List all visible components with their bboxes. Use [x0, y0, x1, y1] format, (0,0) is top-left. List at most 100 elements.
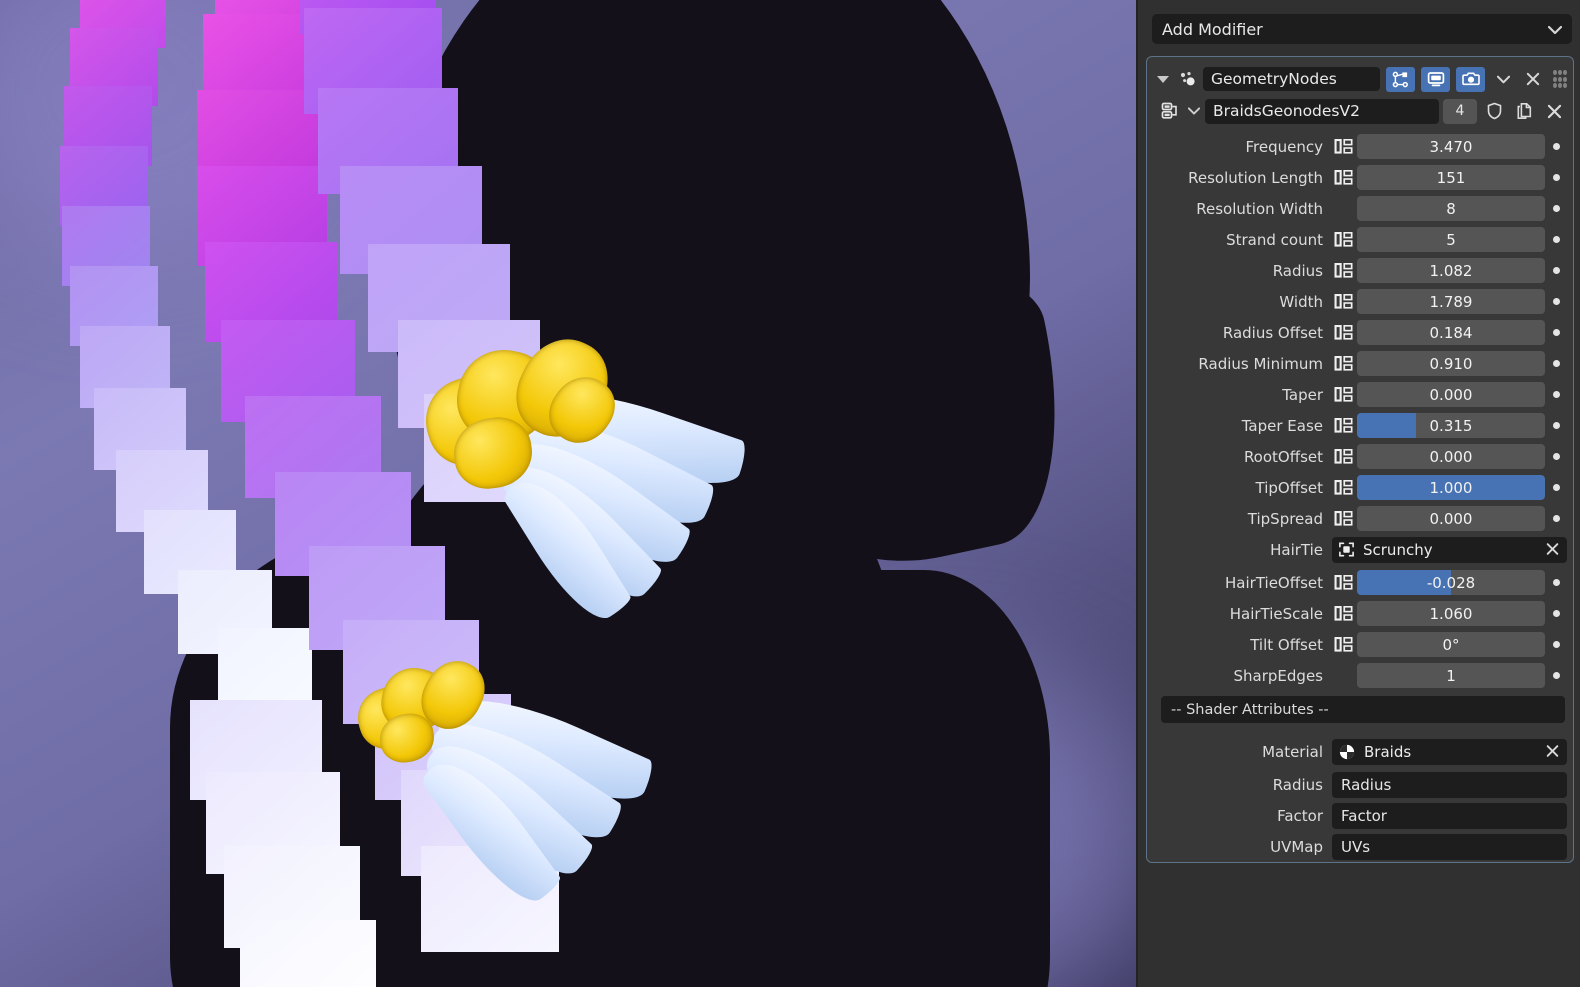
material-sphere-icon	[1338, 743, 1356, 761]
property-label: Frequency	[1245, 137, 1324, 156]
properties-panel[interactable]: Add Modifier GeometryNodes BraidsGeonode…	[1136, 0, 1580, 987]
animate-decorator-dot-icon[interactable]	[1545, 422, 1567, 429]
property-value-slider[interactable]: 0.000	[1357, 444, 1545, 469]
node-input-toggle-icon[interactable]	[1332, 261, 1354, 280]
property-value-text: 0.000	[1429, 385, 1473, 404]
property-value-slider[interactable]: 0.000	[1357, 382, 1545, 407]
modifier-properties-list-2: HairTieOffset -0.028 HairTieScale 1.060 Tilt…	[1147, 565, 1573, 691]
property-row: TipSpread 0.000	[1147, 503, 1573, 534]
property-row: Tilt Offset 0°	[1147, 629, 1573, 660]
property-value-slider[interactable]: 3.470	[1357, 134, 1545, 159]
property-label: HairTieScale	[1229, 604, 1323, 623]
node-group-name-field[interactable]: BraidsGeonodesV2	[1205, 98, 1439, 124]
modifier-extras-chevron-down-icon[interactable]	[1491, 67, 1515, 92]
node-input-toggle-icon[interactable]	[1332, 509, 1354, 528]
node-input-toggle-icon[interactable]	[1332, 573, 1354, 592]
realtime-display-toggle[interactable]	[1421, 66, 1450, 92]
property-row: Radius Minimum 0.910	[1147, 348, 1573, 379]
shader-attributes-section-header[interactable]: -- Shader Attributes --	[1161, 696, 1565, 723]
property-value-text: 1.060	[1429, 604, 1473, 623]
animate-decorator-dot-icon[interactable]	[1545, 143, 1567, 150]
chevron-down-icon	[1547, 20, 1563, 39]
attribute-value-field[interactable]: UVs	[1332, 833, 1567, 860]
node-input-toggle-icon[interactable]	[1332, 478, 1354, 497]
node-input-toggle-icon[interactable]	[1332, 385, 1354, 404]
node-input-toggle-icon[interactable]	[1332, 354, 1354, 373]
material-clear-close-icon[interactable]	[1546, 742, 1559, 761]
animate-decorator-dot-icon[interactable]	[1545, 267, 1567, 274]
property-value-slider[interactable]: 1	[1357, 663, 1545, 688]
node-input-toggle-icon[interactable]	[1332, 323, 1354, 342]
material-field[interactable]: Braids	[1332, 738, 1567, 765]
animate-decorator-dot-icon[interactable]	[1545, 641, 1567, 648]
animate-decorator-dot-icon[interactable]	[1545, 672, 1567, 679]
node-group-users-count[interactable]: 4	[1443, 98, 1477, 124]
render-display-toggle[interactable]	[1456, 66, 1485, 92]
property-value-slider[interactable]: 1.000	[1357, 475, 1545, 500]
node-input-toggle-icon[interactable]	[1332, 604, 1354, 623]
node-input-toggle-icon[interactable]	[1332, 137, 1354, 156]
animate-decorator-dot-icon[interactable]	[1545, 205, 1567, 212]
attribute-value-field[interactable]: Factor	[1332, 802, 1567, 829]
material-row: Material Braids	[1147, 736, 1573, 767]
fake-user-shield-icon[interactable]	[1481, 99, 1507, 124]
browse-nodetree-icon[interactable]	[1157, 99, 1183, 123]
property-value-text: 0°	[1442, 635, 1460, 654]
animate-decorator-dot-icon[interactable]	[1545, 174, 1567, 181]
attribute-row: Factor Factor	[1147, 800, 1573, 831]
node-input-toggle-icon[interactable]	[1332, 635, 1354, 654]
3d-viewport[interactable]	[0, 0, 1136, 987]
property-label: Radius Offset	[1222, 323, 1323, 342]
animate-decorator-dot-icon[interactable]	[1545, 579, 1567, 586]
node-input-toggle-icon[interactable]	[1332, 416, 1354, 435]
drag-grip-icon[interactable]	[1553, 70, 1567, 88]
animate-decorator-dot-icon[interactable]	[1545, 610, 1567, 617]
animate-decorator-dot-icon[interactable]	[1545, 484, 1567, 491]
attribute-value-field[interactable]: Radius	[1332, 771, 1567, 798]
animate-decorator-dot-icon[interactable]	[1545, 329, 1567, 336]
property-value-text: 8	[1446, 199, 1456, 218]
property-value-text: 0.000	[1429, 447, 1473, 466]
blender-window: Add Modifier GeometryNodes BraidsGeonode…	[0, 0, 1580, 987]
property-value-text: 0.315	[1429, 416, 1473, 435]
new-copy-icon[interactable]	[1511, 99, 1537, 124]
property-value-slider[interactable]: 1.789	[1357, 289, 1545, 314]
property-value-slider[interactable]: 5	[1357, 227, 1545, 252]
material-value: Braids	[1364, 742, 1412, 761]
node-input-toggle-icon[interactable]	[1332, 168, 1354, 187]
animate-decorator-dot-icon[interactable]	[1545, 360, 1567, 367]
property-value-slider[interactable]: 0.184	[1357, 320, 1545, 345]
property-value-slider[interactable]: -0.028	[1357, 570, 1545, 595]
node-group-chevron-down-icon[interactable]	[1187, 107, 1201, 115]
modifier-card-geometry-nodes: GeometryNodes BraidsGeonodesV2 4 Frequen…	[1146, 56, 1574, 863]
node-input-toggle-icon[interactable]	[1332, 292, 1354, 311]
property-value-slider[interactable]: 0.315	[1357, 413, 1545, 438]
property-value-slider[interactable]: 8	[1357, 196, 1545, 221]
animate-decorator-dot-icon[interactable]	[1545, 236, 1567, 243]
property-label: SharpEdges	[1233, 666, 1323, 685]
animate-decorator-dot-icon[interactable]	[1545, 515, 1567, 522]
property-value-slider[interactable]: 0°	[1357, 632, 1545, 657]
hair-tie-clear-close-icon[interactable]	[1546, 540, 1559, 559]
node-input-toggle-icon[interactable]	[1332, 230, 1354, 249]
property-label: Resolution Length	[1188, 168, 1323, 187]
edit-mode-display-toggle[interactable]	[1386, 66, 1415, 92]
property-value-slider[interactable]: 1.060	[1357, 601, 1545, 626]
add-modifier-button[interactable]: Add Modifier	[1152, 14, 1572, 44]
hair-tie-object-field[interactable]: Scrunchy	[1332, 536, 1567, 563]
node-input-toggle-icon[interactable]	[1332, 447, 1354, 466]
property-label: Width	[1279, 292, 1323, 311]
property-value-slider[interactable]: 0.000	[1357, 506, 1545, 531]
property-value-slider[interactable]: 1.082	[1357, 258, 1545, 283]
property-value-slider[interactable]: 0.910	[1357, 351, 1545, 376]
animate-decorator-dot-icon[interactable]	[1545, 391, 1567, 398]
animate-decorator-dot-icon[interactable]	[1545, 298, 1567, 305]
unlink-x-icon[interactable]	[1541, 99, 1567, 124]
property-value-text: 0.910	[1429, 354, 1473, 373]
disclosure-triangle-icon[interactable]	[1157, 75, 1169, 83]
modifier-name-field[interactable]: GeometryNodes	[1203, 67, 1380, 91]
remove-modifier-close-icon[interactable]	[1521, 67, 1545, 92]
animate-decorator-dot-icon[interactable]	[1545, 453, 1567, 460]
property-value-slider[interactable]: 151	[1357, 165, 1545, 190]
